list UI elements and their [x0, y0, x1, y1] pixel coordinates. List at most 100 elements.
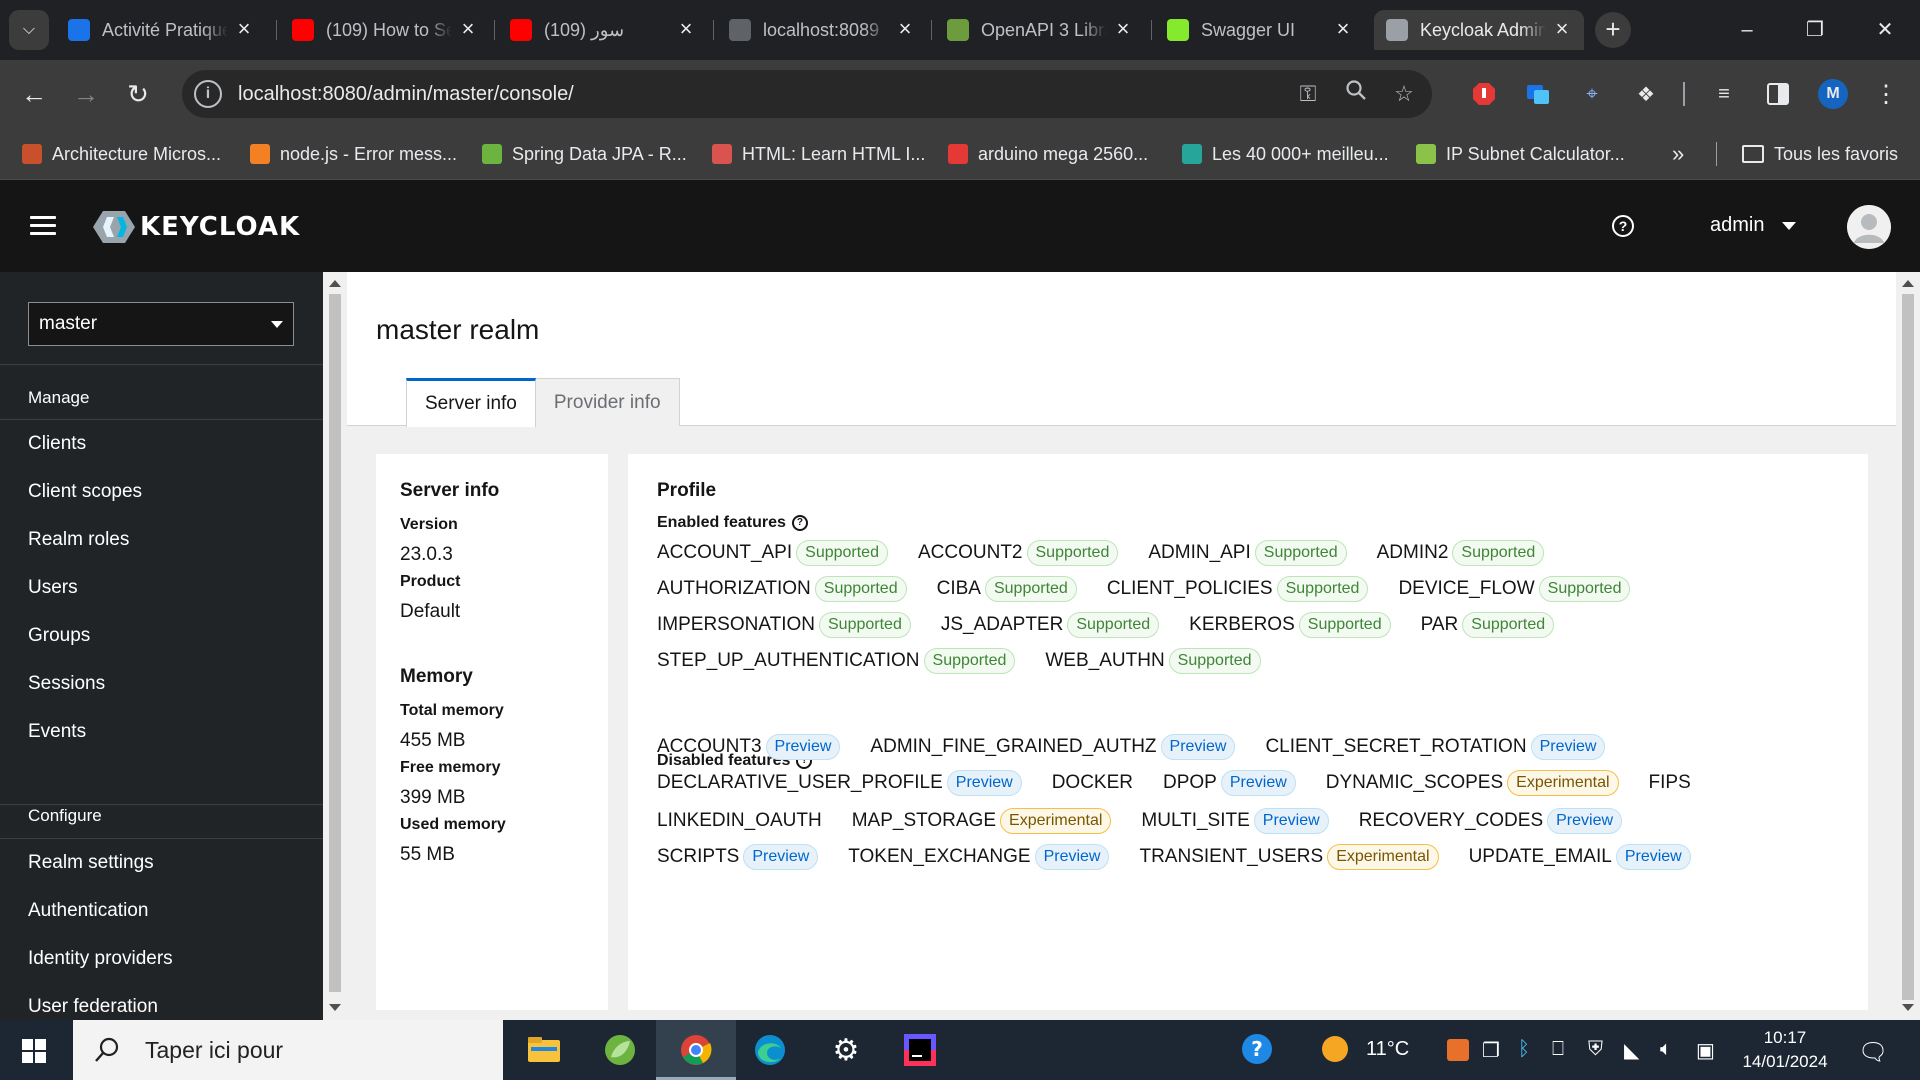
bookmark-star-icon[interactable]: ☆	[1384, 74, 1424, 114]
close-tab-icon[interactable]: ×	[458, 18, 478, 40]
reload-button[interactable]: ↻	[118, 74, 158, 114]
wifi-icon[interactable]: ◣	[1624, 1038, 1639, 1063]
help-icon[interactable]: ?	[791, 515, 808, 531]
browser-tab[interactable]: Swagger UI ×	[1155, 10, 1365, 50]
sidebar-item-users[interactable]: Users	[28, 577, 78, 599]
notification-icon[interactable]: 🗨︎	[1858, 1038, 1888, 1067]
bookmark-favicon-icon	[712, 144, 732, 164]
close-tab-icon[interactable]: ×	[1552, 18, 1572, 40]
office-tray-icon[interactable]	[1446, 1038, 1470, 1068]
help-icon[interactable]: ?	[1612, 215, 1634, 237]
system-clock[interactable]: 10:17 14/01/2024	[1740, 1026, 1830, 1074]
address-bar[interactable]: i localhost:8080/admin/master/console/ ⚿…	[182, 70, 1432, 118]
display-icon[interactable]: ▣	[1696, 1038, 1715, 1063]
weather-icon[interactable]	[1320, 1036, 1350, 1070]
intellij-icon[interactable]	[900, 1030, 940, 1070]
tab-server-info[interactable]: Server info	[406, 378, 536, 427]
bookmark-item[interactable]: IP Subnet Calculator...	[1416, 140, 1625, 168]
sidebar-item-identity-providers[interactable]: Identity providers	[28, 948, 173, 970]
sidebar-item-user-federation[interactable]: User federation	[28, 996, 158, 1018]
sidebar-item-realm-settings[interactable]: Realm settings	[28, 852, 154, 874]
restore-button[interactable]: ❐	[1792, 12, 1838, 48]
sidebar-scrollbar-thumb[interactable]	[329, 294, 341, 992]
media-control-icon[interactable]: ≡	[1710, 80, 1738, 108]
sidebar-item-client-scopes[interactable]: Client scopes	[28, 481, 142, 503]
edge-icon[interactable]	[750, 1030, 790, 1070]
sidebar-item-sessions[interactable]: Sessions	[28, 673, 105, 695]
keycloak-logo[interactable]: KEYCLOAK	[92, 210, 300, 244]
spring-tool-icon[interactable]	[600, 1030, 640, 1070]
weather-temperature[interactable]: 11°C	[1366, 1038, 1409, 1061]
close-tab-icon[interactable]: ×	[895, 18, 915, 40]
main-scrollbar-thumb[interactable]	[1902, 294, 1914, 1000]
profile-avatar[interactable]: M	[1818, 79, 1848, 109]
feature-name: DECLARATIVE_USER_PROFILE	[657, 772, 943, 793]
sidebar-item-events[interactable]: Events	[28, 721, 86, 743]
bookmark-item[interactable]: Spring Data JPA - R...	[482, 140, 687, 168]
browser-tab[interactable]: localhost:8089 ×	[717, 10, 927, 50]
sidebar-item-realm-roles[interactable]: Realm roles	[28, 529, 129, 551]
server-info-card: Server info Version 23.0.3 Product Defau…	[376, 454, 608, 1010]
settings-gear-icon[interactable]: ⚙	[826, 1030, 866, 1070]
close-tab-icon[interactable]: ×	[1113, 18, 1133, 40]
chrome-icon[interactable]	[676, 1030, 716, 1070]
avatar[interactable]	[1847, 205, 1891, 249]
browser-tab[interactable]: (109) How to Set ×	[280, 10, 490, 50]
network-extension-icon[interactable]: ⌖	[1578, 80, 1606, 108]
browser-tab-strip: ⌵ Activité Pratique × (109) How to Set × سور…	[0, 0, 1920, 60]
adblock-extension-icon[interactable]	[1470, 80, 1498, 108]
extensions-puzzle-icon[interactable]: ❖	[1632, 80, 1660, 108]
windows-start-button[interactable]	[22, 1039, 46, 1063]
new-tab-button[interactable]: +	[1595, 12, 1631, 48]
scroll-up-arrow[interactable]	[329, 280, 341, 287]
file-explorer-icon[interactable]	[524, 1030, 564, 1070]
hamburger-menu-icon[interactable]	[30, 216, 56, 236]
all-bookmarks-folder[interactable]: Tous les favoris	[1742, 140, 1898, 168]
main-scrollbar[interactable]	[1896, 272, 1920, 1020]
scroll-down-arrow[interactable]	[1902, 1004, 1914, 1011]
taskbar-search[interactable]: Taper ici pour	[73, 1020, 503, 1080]
sidebar-scrollbar[interactable]	[323, 272, 347, 1020]
forward-button[interactable]: →	[66, 74, 106, 114]
feature-item: RECOVERY_CODES Preview	[1359, 808, 1623, 834]
feature-status-badge: Preview	[1547, 808, 1623, 834]
close-tab-icon[interactable]: ×	[676, 18, 696, 40]
zoom-icon[interactable]	[1336, 74, 1376, 114]
realm-selector[interactable]: master	[28, 302, 294, 346]
close-window-button[interactable]: ✕	[1862, 12, 1908, 48]
back-button[interactable]: ←	[14, 74, 54, 114]
bookmark-item[interactable]: Architecture Micros...	[22, 140, 221, 168]
tab-search-button[interactable]: ⌵	[9, 10, 49, 50]
security-shield-icon[interactable]: ⛨	[1588, 1038, 1603, 1061]
password-key-icon[interactable]: ⚿	[1288, 74, 1328, 114]
browser-tab[interactable]: Activité Pratique ×	[56, 10, 266, 50]
bookmark-item[interactable]: node.js - Error mess...	[250, 140, 457, 168]
minimize-button[interactable]: –	[1724, 12, 1770, 48]
browser-tab[interactable]: سور (109) ×	[498, 10, 708, 50]
bookmark-item[interactable]: Les 40 000+ meilleu...	[1182, 140, 1389, 168]
user-dropdown[interactable]: admin	[1710, 214, 1797, 237]
bookmarks-overflow-button[interactable]: »	[1672, 140, 1684, 168]
browser-tab[interactable]: Keycloak Admin ×	[1374, 10, 1584, 50]
bookmark-item[interactable]: HTML: Learn HTML I...	[712, 140, 925, 168]
kebab-menu-icon[interactable]: ⋮	[1872, 80, 1900, 108]
battery-icon[interactable]: ⎕	[1552, 1038, 1564, 1061]
site-info-icon[interactable]: i	[194, 80, 222, 108]
sidebar-item-authentication[interactable]: Authentication	[28, 900, 148, 922]
sidebar-item-groups[interactable]: Groups	[28, 625, 90, 647]
close-tab-icon[interactable]: ×	[1333, 18, 1353, 40]
tab-provider-info[interactable]: Provider info	[535, 378, 680, 426]
help-tray-icon[interactable]: ?	[1240, 1034, 1274, 1072]
bookmark-item[interactable]: arduino mega 2560...	[948, 140, 1148, 168]
scroll-down-arrow[interactable]	[329, 1004, 341, 1011]
browser-tab[interactable]: OpenAPI 3 Library ×	[935, 10, 1145, 50]
volume-icon[interactable]: 🔈︎	[1660, 1038, 1672, 1061]
close-tab-icon[interactable]: ×	[234, 18, 254, 40]
sidebar-item-clients[interactable]: Clients	[28, 433, 86, 455]
side-panel-icon[interactable]	[1764, 80, 1792, 108]
url-text[interactable]: localhost:8080/admin/master/console/	[238, 83, 1288, 106]
windows-icon[interactable]: ❐	[1482, 1038, 1500, 1063]
scroll-up-arrow[interactable]	[1902, 280, 1914, 287]
bluetooth-icon[interactable]: ᛒ	[1518, 1038, 1530, 1061]
translate-extension-icon[interactable]	[1524, 80, 1552, 108]
